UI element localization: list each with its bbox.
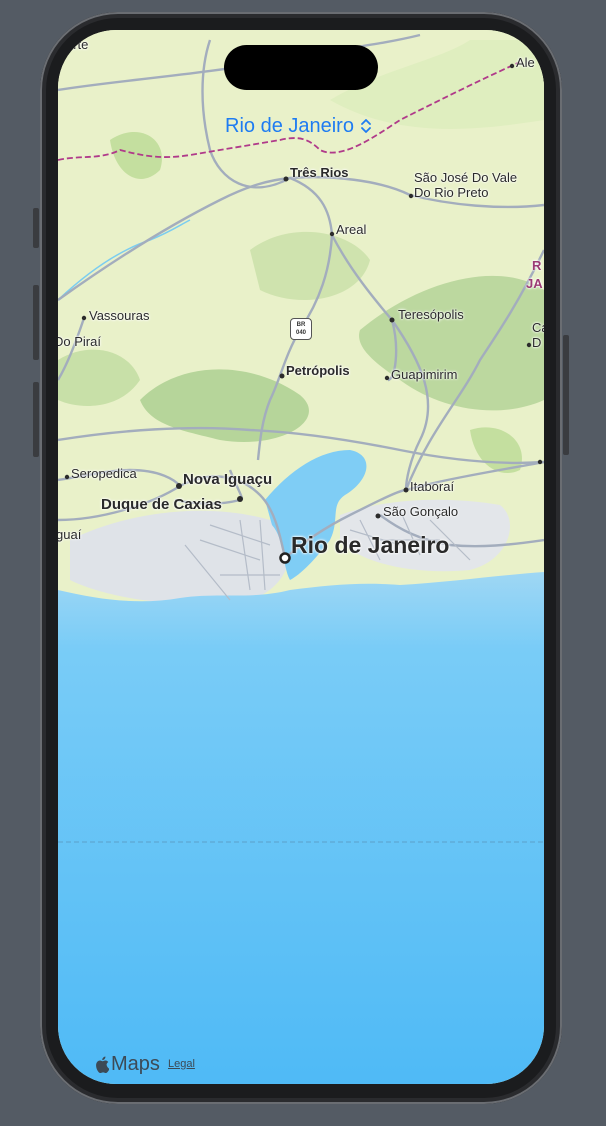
apple-logo-icon bbox=[96, 1056, 109, 1073]
place-label-vassouras[interactable]: Vassouras bbox=[89, 308, 149, 323]
place-label-seropedica[interactable]: Seropedica bbox=[71, 466, 137, 481]
volume-up-button bbox=[33, 285, 39, 360]
place-label-itaborai[interactable]: Itaboraí bbox=[410, 479, 454, 494]
maps-brand-label: Maps bbox=[111, 1053, 160, 1075]
dynamic-island bbox=[224, 45, 378, 90]
place-label-petropolis[interactable]: Petrópolis bbox=[286, 363, 350, 378]
apple-maps-logo: Maps bbox=[95, 1053, 160, 1076]
place-label-sao-jose-2[interactable]: Do Rio Preto bbox=[414, 185, 488, 200]
action-button bbox=[33, 208, 39, 248]
place-label-guapimirim[interactable]: Guapimirim bbox=[391, 367, 457, 382]
map-screen[interactable]: arte Ale Três Rios São José Do Vale Do R… bbox=[58, 30, 544, 1084]
legal-link[interactable]: Legal bbox=[168, 1058, 195, 1070]
place-label-nova-iguacu[interactable]: Nova Iguaçu bbox=[183, 471, 272, 488]
place-label-teresopolis[interactable]: Teresópolis bbox=[398, 307, 464, 322]
ocean bbox=[58, 572, 544, 1084]
place-label-sao-goncalo[interactable]: São Gonçalo bbox=[383, 504, 458, 519]
place-label-pirai[interactable]: Do Piraí bbox=[58, 334, 101, 349]
place-label-sao-jose[interactable]: São José Do Vale bbox=[414, 170, 517, 185]
place-label-edge-d[interactable]: D bbox=[532, 335, 541, 350]
location-title: Rio de Janeiro bbox=[225, 114, 354, 137]
place-label-edge-ja[interactable]: JA bbox=[526, 276, 543, 291]
power-button bbox=[563, 335, 569, 455]
place-label-arte[interactable]: arte bbox=[66, 37, 88, 52]
place-label-duque-de-caxias[interactable]: Duque de Caxias bbox=[101, 496, 222, 513]
place-label-edge-r[interactable]: R bbox=[532, 258, 541, 273]
place-label-rio-de-janeiro[interactable]: Rio de Janeiro bbox=[291, 532, 449, 559]
place-label-itaguai[interactable]: guaí bbox=[58, 527, 81, 542]
highway-shield-br040: BR 040 bbox=[290, 318, 312, 340]
chevron-up-down-icon bbox=[361, 119, 371, 133]
location-picker-button[interactable]: Rio de Janeiro bbox=[225, 114, 372, 138]
capital-marker bbox=[279, 552, 291, 564]
volume-down-button bbox=[33, 382, 39, 457]
shield-line-2: 040 bbox=[295, 330, 306, 336]
place-label-areal[interactable]: Areal bbox=[336, 222, 366, 237]
place-label-ale[interactable]: Ale bbox=[516, 55, 535, 70]
place-label-edge-ca[interactable]: Ca bbox=[532, 320, 544, 335]
shield-line-1: BR bbox=[296, 322, 306, 328]
place-label-tres-rios[interactable]: Três Rios bbox=[290, 165, 349, 180]
